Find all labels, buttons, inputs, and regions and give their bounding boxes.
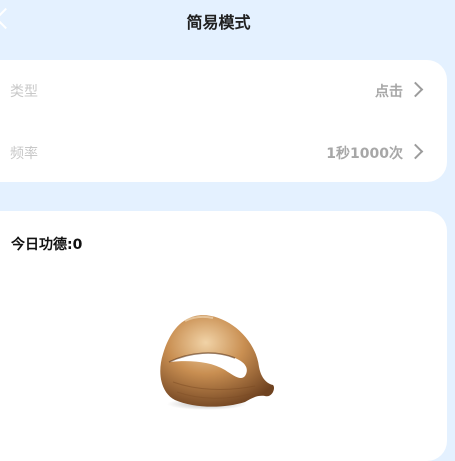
wooden-fish-icon[interactable]: [155, 312, 280, 412]
settings-row-type[interactable]: 类型 点击: [10, 75, 425, 105]
frequency-value: 1秒1000次: [326, 146, 403, 162]
chevron-right-icon: [407, 81, 424, 98]
merit-counter: 今日功德:0: [11, 237, 83, 253]
frequency-label: 频率: [10, 146, 38, 162]
settings-card: 类型 点击 频率 1秒1000次: [0, 60, 447, 182]
page-title: 简易模式: [186, 13, 251, 32]
chevron-right-icon: [407, 143, 424, 160]
type-value: 点击: [375, 84, 403, 100]
settings-row-frequency[interactable]: 频率 1秒1000次: [10, 137, 425, 167]
type-label: 类型: [10, 84, 38, 100]
header: 简易模式: [0, 0, 455, 40]
